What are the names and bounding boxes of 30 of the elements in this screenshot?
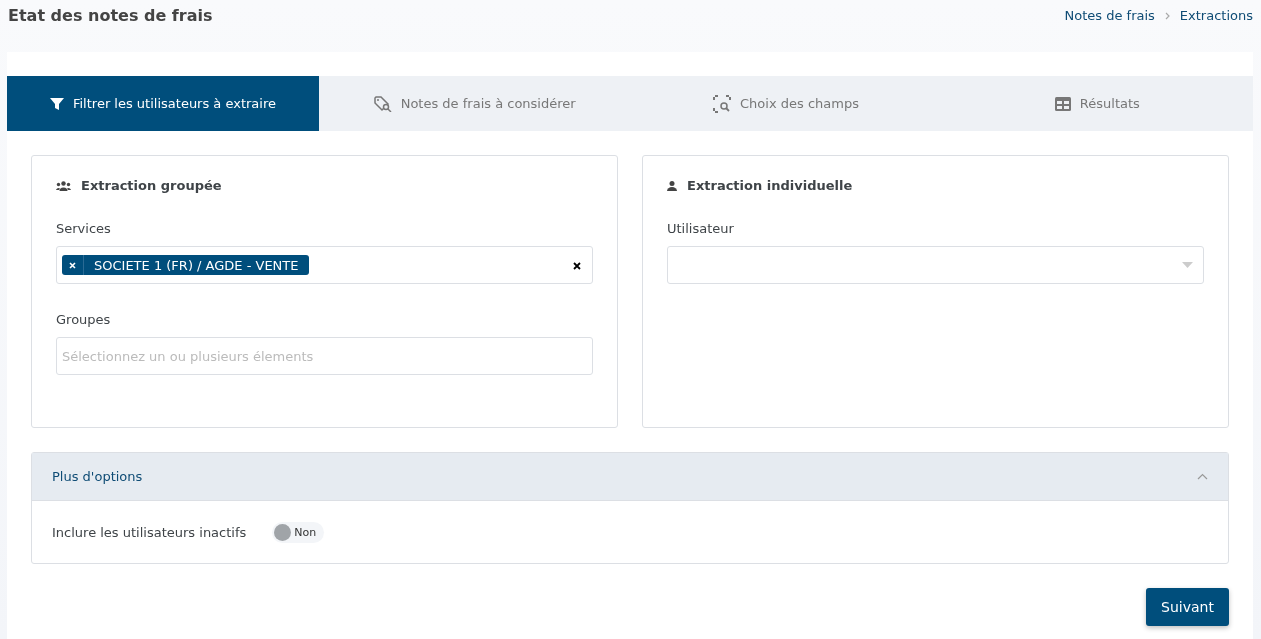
users-icon bbox=[56, 180, 71, 191]
field-label: Groupes bbox=[56, 312, 112, 327]
field-label: Services bbox=[56, 221, 112, 236]
service-tag: SOCIETE 1 (FR) / AGDE - VENTE bbox=[62, 255, 309, 275]
step-tab[interactable]: Notes de frais à considérer bbox=[319, 76, 631, 131]
more-options-header[interactable]: Plus d'options bbox=[32, 453, 1228, 501]
page-title: Etat des notes de frais bbox=[8, 6, 213, 25]
step-tab[interactable]: Filtrer les utilisateurs à extraire bbox=[7, 76, 319, 131]
field-label: Utilisateur bbox=[667, 221, 735, 236]
close-icon bbox=[69, 262, 76, 269]
services-select[interactable]: SOCIETE 1 (FR) / AGDE - VENTE bbox=[56, 246, 593, 284]
option-label: Inclure les utilisateurs inactifs bbox=[52, 524, 247, 540]
filter-icon bbox=[49, 96, 64, 111]
dropdown-icon bbox=[1182, 262, 1193, 268]
chevron-icon bbox=[1164, 11, 1170, 20]
step-tab[interactable]: Résultats bbox=[941, 76, 1253, 131]
user-icon bbox=[667, 180, 677, 191]
breadcrumb-link[interactable]: Notes de frais bbox=[1064, 8, 1155, 23]
next-button[interactable]: Suivant bbox=[1146, 588, 1229, 626]
card-title: Extraction groupée bbox=[81, 178, 222, 193]
select-search-icon bbox=[713, 94, 732, 113]
groups-select[interactable]: Sélectionnez un ou plusieurs élements bbox=[56, 337, 593, 375]
table-icon bbox=[1054, 96, 1071, 111]
tag-search-icon bbox=[373, 95, 392, 112]
close-icon bbox=[573, 262, 581, 270]
card-title: Extraction individuelle bbox=[687, 178, 853, 193]
step-tab[interactable]: Choix des champs bbox=[630, 76, 942, 131]
toggle-switch[interactable]: Non bbox=[272, 521, 325, 543]
breadcrumb-link[interactable]: Extractions bbox=[1179, 8, 1253, 23]
chevron-icon bbox=[1197, 473, 1208, 480]
